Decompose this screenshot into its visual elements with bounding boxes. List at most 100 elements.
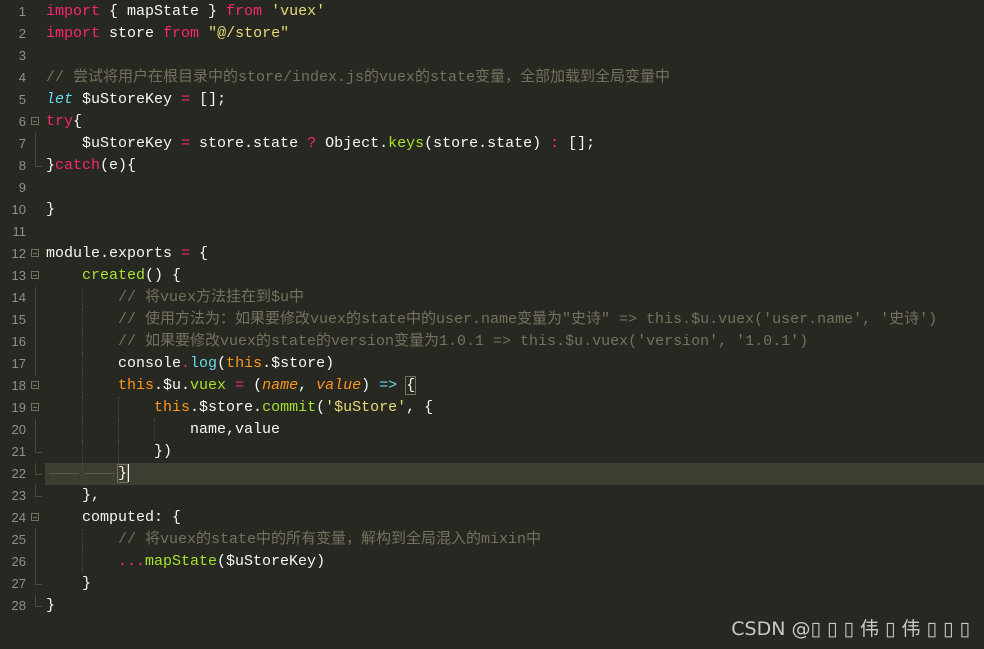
- code-line[interactable]: 17 console.log(this.$store): [0, 353, 984, 375]
- code-line[interactable]: 25 // 将vuex的state中的所有变量，解构到全局混入的mixin中: [0, 529, 984, 551]
- code-text: import { mapState } from 'vuex': [45, 1, 984, 23]
- code-line[interactable]: 19 this.$store.commit('$uStore', {: [0, 397, 984, 419]
- text-token: ,: [298, 377, 317, 394]
- code-line[interactable]: 1 import { mapState } from 'vuex': [0, 1, 984, 23]
- keyword-token: =: [235, 377, 245, 394]
- text-token: module.exports: [46, 245, 182, 262]
- code-line[interactable]: 4 // 尝试将用户在根目录中的store/index.js的vuex的state…: [0, 67, 984, 89]
- text-token: (: [316, 399, 326, 416]
- code-line[interactable]: 15 // 使用方法为：如果要修改vuex的state中的user.name变量…: [0, 309, 984, 331]
- text-token: $uStoreKey: [46, 135, 182, 152]
- indent-guide: [82, 419, 83, 441]
- fold-range-line: [35, 331, 36, 353]
- code-line[interactable]: 24 computed: {: [0, 507, 984, 529]
- text-token: }): [46, 443, 173, 460]
- indent-guide: [118, 419, 119, 441]
- indent-guide: [118, 463, 119, 485]
- fold-toggle-icon[interactable]: [31, 513, 39, 521]
- code-line[interactable]: 23 },: [0, 485, 984, 507]
- fold-toggle-icon[interactable]: [31, 271, 39, 279]
- text-token: ($uStoreKey): [217, 553, 326, 570]
- fold-range-line: [35, 529, 36, 551]
- code-line[interactable]: 2 import store from "@/store": [0, 23, 984, 45]
- text-token: }: [46, 201, 56, 218]
- text-token: .$store): [262, 355, 335, 372]
- line-number: 27: [11, 576, 26, 591]
- line-number: 18: [11, 378, 26, 393]
- keyword-token: ?: [307, 135, 317, 152]
- code-editor[interactable]: 1 import { mapState } from 'vuex' 2 import …: [0, 1, 984, 617]
- text-token: }: [46, 157, 56, 174]
- code-line[interactable]: 21 }): [0, 441, 984, 463]
- fold-toggle-icon[interactable]: [31, 403, 39, 411]
- line-number: 10: [11, 202, 26, 217]
- code-text: }catch(e){: [45, 155, 984, 177]
- indent-guide: [118, 441, 119, 463]
- text-token: .$store.: [190, 399, 263, 416]
- text-token: (: [244, 377, 263, 394]
- indent-guide: [82, 441, 83, 463]
- code-line[interactable]: 10}: [0, 199, 984, 221]
- comment-token: // 尝试将用户在根目录中的store/index.js的vuex的state变…: [46, 69, 671, 86]
- string-token: '$uStore': [325, 399, 407, 416]
- code-line[interactable]: 20 name,value: [0, 419, 984, 441]
- function-token: keys: [388, 135, 425, 152]
- code-line[interactable]: 22}: [0, 463, 984, 485]
- fold-range-line: [35, 353, 36, 375]
- keyword-token: ...: [118, 553, 146, 570]
- code-line[interactable]: 5 let $uStoreKey = [];: [0, 89, 984, 111]
- whitespace-tab-marker: [49, 472, 79, 474]
- line-number: 17: [11, 356, 26, 371]
- function-token: created: [82, 267, 146, 284]
- fold-toggle-icon[interactable]: [31, 249, 39, 257]
- keyword-token: =: [181, 245, 191, 262]
- code-line[interactable]: 13 created() {: [0, 265, 984, 287]
- code-text: // 将vuex方法挂在到$u中: [45, 287, 984, 309]
- code-line[interactable]: 16 // 如果要修改vuex的state的version变量为1.0.1 =>…: [0, 331, 984, 353]
- line-number: 15: [11, 312, 26, 327]
- code-line[interactable]: 8}catch(e){: [0, 155, 984, 177]
- code-line[interactable]: 6 try{: [0, 111, 984, 133]
- matching-bracket: {: [405, 376, 417, 395]
- matching-bracket: }: [116, 464, 129, 483]
- fold-end-marker: [35, 463, 42, 475]
- code-line[interactable]: 7 $uStoreKey = store.state ? Object.keys…: [0, 133, 984, 155]
- code-text: // 尝试将用户在根目录中的store/index.js的vuex的state变…: [45, 67, 984, 89]
- indent-guide: [82, 287, 83, 309]
- indent-guide: [82, 375, 83, 397]
- line-number: 2: [18, 26, 26, 41]
- keyword-token: catch: [55, 157, 101, 174]
- code-line[interactable]: 18 this.$u.vuex = (name, value) => {: [0, 375, 984, 397]
- fold-toggle-icon[interactable]: [31, 117, 39, 125]
- fold-end-marker: [35, 573, 42, 585]
- code-text: this.$store.commit('$uStore', {: [45, 397, 984, 419]
- line-number: 20: [11, 422, 26, 437]
- code-text: console.log(this.$store): [45, 353, 984, 375]
- text-token: computed: {: [46, 509, 182, 526]
- code-text: import store from "@/store": [45, 23, 984, 45]
- text-token: [];: [190, 91, 227, 108]
- text-caret: [127, 464, 130, 483]
- code-line[interactable]: 14 // 将vuex方法挂在到$u中: [0, 287, 984, 309]
- code-text: }: [45, 199, 984, 221]
- code-line[interactable]: 11: [0, 221, 984, 243]
- code-line[interactable]: 26 ...mapState($uStoreKey): [0, 551, 984, 573]
- keyword-token: from: [163, 25, 200, 42]
- code-line[interactable]: 12 module.exports = {: [0, 243, 984, 265]
- line-number: 16: [11, 334, 26, 349]
- code-text: created() {: [45, 265, 984, 287]
- fold-toggle-icon[interactable]: [31, 381, 39, 389]
- param-token: name: [262, 377, 299, 394]
- code-text: $uStoreKey = store.state ? Object.keys(s…: [45, 133, 984, 155]
- code-line[interactable]: 9: [0, 177, 984, 199]
- code-text: name,value: [45, 419, 984, 441]
- code-line[interactable]: 3: [0, 45, 984, 67]
- code-line[interactable]: 27 }: [0, 573, 984, 595]
